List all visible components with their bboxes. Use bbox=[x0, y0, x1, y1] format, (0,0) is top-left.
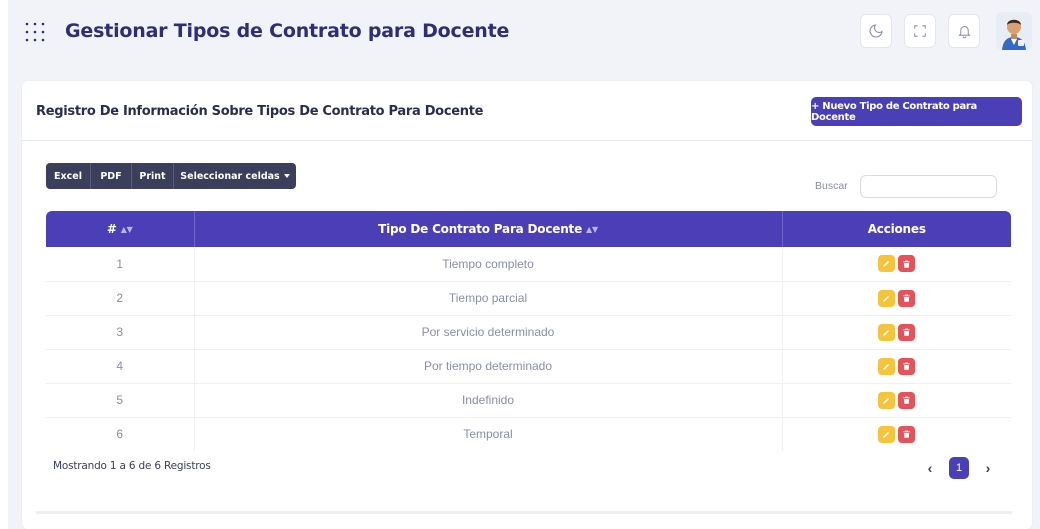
pdf-button-label: PDF bbox=[100, 170, 122, 182]
delete-button[interactable] bbox=[898, 391, 916, 409]
print-button[interactable]: Print bbox=[132, 163, 174, 189]
topbar: Gestionar Tipos de Contrato para Docente bbox=[14, 10, 1040, 54]
caret-down-icon bbox=[283, 174, 290, 178]
row-number: 6 bbox=[46, 417, 195, 452]
previous-page-button[interactable]: ‹ bbox=[919, 457, 941, 479]
trash-icon bbox=[903, 260, 911, 268]
row-contract-type: Tiempo completo bbox=[194, 247, 783, 282]
row-actions bbox=[782, 383, 1011, 418]
card-title: Registro De Información Sobre Tipos De C… bbox=[36, 104, 484, 119]
pencil-icon bbox=[883, 431, 890, 438]
notifications-button[interactable] bbox=[948, 14, 980, 48]
excel-button-label: Excel bbox=[54, 170, 82, 182]
grid-dots-icon[interactable] bbox=[24, 21, 46, 43]
delete-button[interactable] bbox=[898, 323, 916, 341]
select-cells-dropdown[interactable]: Seleccionar celdas bbox=[174, 163, 296, 189]
edit-button[interactable] bbox=[878, 323, 896, 341]
column-header-acciones-label: Acciones bbox=[867, 222, 926, 236]
table-row: 1 Tiempo completo bbox=[46, 247, 1011, 282]
excel-button[interactable]: Excel bbox=[46, 163, 91, 189]
table-scroll-mask bbox=[22, 451, 1032, 459]
delete-button[interactable] bbox=[898, 425, 916, 443]
row-number: 1 bbox=[46, 247, 195, 282]
page-title: Gestionar Tipos de Contrato para Docente bbox=[65, 20, 510, 42]
left-edge bbox=[0, 0, 8, 529]
pagination: ‹ 1 › bbox=[919, 457, 999, 479]
edit-button[interactable] bbox=[878, 255, 896, 273]
pencil-icon bbox=[883, 363, 890, 370]
contract-types-table: # ▲▼ Tipo De Contrato Para Docente ▲▼ Acci… bbox=[46, 211, 1011, 452]
fullscreen-button[interactable] bbox=[904, 14, 936, 48]
row-contract-type: Tiempo parcial bbox=[194, 281, 783, 316]
delete-button[interactable] bbox=[898, 357, 916, 375]
horizontal-scrollbar[interactable] bbox=[36, 511, 1012, 514]
row-actions bbox=[782, 281, 1011, 316]
table-row: 4 Por tiempo determinado bbox=[46, 349, 1011, 384]
delete-button[interactable] bbox=[898, 255, 916, 273]
expand-icon bbox=[914, 25, 926, 37]
bell-icon bbox=[957, 25, 971, 38]
page-number-button[interactable]: 1 bbox=[949, 457, 969, 479]
next-page-button[interactable]: › bbox=[977, 457, 999, 479]
column-header-acciones: Acciones bbox=[782, 211, 1011, 247]
table-row: 3 Por servicio determinado bbox=[46, 315, 1011, 350]
print-button-label: Print bbox=[139, 170, 166, 182]
pencil-icon bbox=[883, 397, 890, 404]
table-row: 6 Temporal bbox=[46, 417, 1011, 452]
row-number: 2 bbox=[46, 281, 195, 316]
select-cells-label: Seleccionar celdas bbox=[180, 170, 280, 182]
trash-icon bbox=[903, 362, 911, 370]
column-header-tipo-label: Tipo De Contrato Para Docente bbox=[378, 222, 583, 236]
row-number: 5 bbox=[46, 383, 195, 418]
contract-types-card: Registro De Información Sobre Tipos De C… bbox=[22, 81, 1032, 529]
new-contract-type-button[interactable]: + Nuevo Tipo de Contrato para Docente bbox=[811, 97, 1022, 126]
trash-icon bbox=[903, 430, 911, 438]
export-button-group: Excel PDF Print Seleccionar celdas bbox=[46, 163, 296, 189]
row-contract-type: Temporal bbox=[194, 417, 783, 452]
pencil-icon bbox=[883, 295, 890, 302]
row-contract-type: Indefinido bbox=[194, 383, 783, 418]
column-header-tipo[interactable]: Tipo De Contrato Para Docente ▲▼ bbox=[194, 211, 783, 247]
row-actions bbox=[782, 349, 1011, 384]
records-info: Mostrando 1 a 6 de 6 Registros bbox=[53, 460, 211, 472]
table-row: 2 Tiempo parcial bbox=[46, 281, 1011, 316]
theme-toggle-button[interactable] bbox=[860, 14, 892, 48]
row-actions bbox=[782, 417, 1011, 452]
avatar[interactable] bbox=[996, 12, 1032, 50]
trash-icon bbox=[903, 328, 911, 336]
delete-button[interactable] bbox=[898, 289, 916, 307]
search-label: Buscar bbox=[815, 180, 848, 192]
row-actions bbox=[782, 315, 1011, 350]
pencil-icon bbox=[883, 329, 890, 336]
sort-icon: ▲▼ bbox=[120, 225, 133, 234]
row-number: 3 bbox=[46, 315, 195, 350]
search-input[interactable] bbox=[860, 175, 997, 198]
row-number: 4 bbox=[46, 349, 195, 384]
pdf-button[interactable]: PDF bbox=[91, 163, 132, 189]
moon-icon bbox=[869, 24, 883, 38]
row-contract-type: Por tiempo determinado bbox=[194, 349, 783, 384]
trash-icon bbox=[903, 294, 911, 302]
edit-button[interactable] bbox=[878, 357, 896, 375]
edit-button[interactable] bbox=[878, 391, 896, 409]
trash-icon bbox=[903, 396, 911, 404]
row-contract-type: Por servicio determinado bbox=[194, 315, 783, 350]
edit-button[interactable] bbox=[878, 425, 896, 443]
row-actions bbox=[782, 247, 1011, 282]
pencil-icon bbox=[883, 261, 890, 268]
sort-icon: ▲▼ bbox=[586, 225, 598, 234]
edit-button[interactable] bbox=[878, 289, 896, 307]
table-row: 5 Indefinido bbox=[46, 383, 1011, 418]
column-header-number[interactable]: # ▲▼ bbox=[46, 211, 195, 247]
card-header: Registro De Información Sobre Tipos De C… bbox=[22, 81, 1032, 141]
column-header-number-label: # bbox=[106, 222, 117, 236]
table-header-row: # ▲▼ Tipo De Contrato Para Docente ▲▼ Acci… bbox=[46, 211, 1011, 247]
